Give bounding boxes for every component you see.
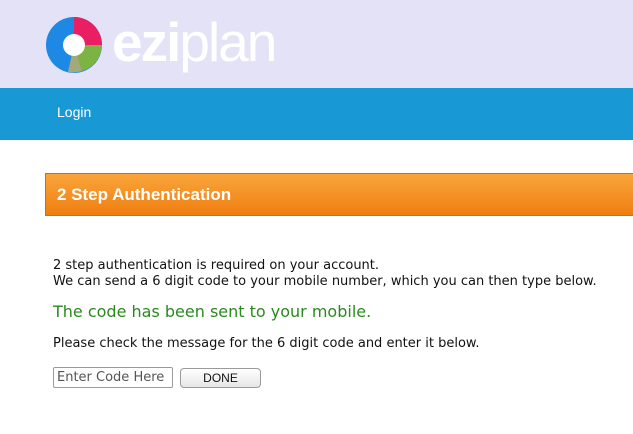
eziplan-logo-icon xyxy=(46,17,102,73)
auth-title-bar: 2 Step Authentication xyxy=(45,173,633,216)
intro-text-line1: 2 step authentication is required on you… xyxy=(53,258,380,273)
logo-wordmark: eziplan xyxy=(112,11,277,73)
nav-login-link[interactable]: Login xyxy=(57,104,91,120)
instruction-text: Please check the message for the 6 digit… xyxy=(53,336,480,351)
code-input[interactable] xyxy=(53,367,173,388)
site-header: eziplan xyxy=(0,0,633,88)
nav-bar xyxy=(0,88,633,140)
code-sent-message: The code has been sent to your mobile. xyxy=(53,302,372,321)
intro-text-line2: We can send a 6 digit code to your mobil… xyxy=(53,274,597,289)
page-title: 2 Step Authentication xyxy=(57,185,232,204)
done-button[interactable]: DONE xyxy=(180,368,261,388)
